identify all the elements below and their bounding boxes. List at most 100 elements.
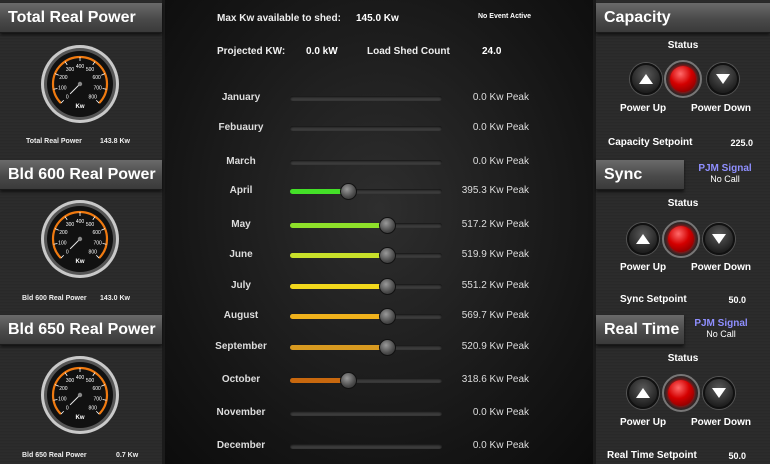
- projected-kw-value: 0.0 kW: [306, 46, 338, 57]
- month-label: March: [226, 156, 256, 167]
- slider-knob[interactable]: [339, 183, 357, 200]
- real-time-pjm-signal-label: PJM Signal: [694, 318, 748, 329]
- real-time-setpoint-value: 50.0: [728, 451, 746, 461]
- capacity-power-up-label: Power Up: [619, 103, 667, 114]
- month-peak-fill: [290, 223, 388, 228]
- month-peak-value: 517.2 Kw Peak: [461, 219, 529, 230]
- real-time-setpoint-label: Real Time Setpoint: [607, 450, 697, 461]
- capacity-setpoint-value: 225.0: [730, 138, 753, 148]
- arrow-down-icon: [716, 74, 730, 84]
- gauge-unit-label: Kw: [76, 104, 85, 110]
- real-time-pjm-call: No Call: [706, 329, 736, 339]
- month-label: May: [231, 219, 251, 230]
- month-peak-value: 0.0 Kw Peak: [472, 92, 529, 103]
- month-peak-value: 0.0 Kw Peak: [472, 122, 529, 133]
- month-peak-slider[interactable]: [290, 217, 442, 234]
- sync-power-down-button[interactable]: [703, 223, 735, 255]
- max-kw-label: Max Kw available to shed:: [217, 13, 341, 24]
- slider-knob[interactable]: [339, 372, 357, 389]
- sync-power-up-button[interactable]: [627, 223, 659, 255]
- capacity-status-indicator: [664, 60, 702, 98]
- gauge-caption-total: Total Real Power: [26, 138, 82, 145]
- real-time-power-down-button[interactable]: [703, 377, 735, 409]
- load-shed-count-label: Load Shed Count: [367, 46, 450, 57]
- month-label: January: [221, 92, 261, 103]
- month-peak-value: 0.0 Kw Peak: [472, 440, 529, 451]
- gauge-total-real-power: 0 100 200 300 400 500 600 700 800 Kw: [40, 44, 120, 124]
- real-time-status-label: Status: [667, 353, 699, 364]
- gauge-value-bld600: 143.0 Kw: [100, 295, 130, 302]
- gauge-tick-label: 700: [93, 241, 102, 247]
- month-peak-slider: [290, 444, 442, 449]
- gauge-tick-label: 400: [76, 219, 85, 225]
- gauge-tick-label: 700: [93, 86, 102, 92]
- gauge-unit-label: Kw: [76, 259, 85, 265]
- gauge-tick-label: 0: [66, 95, 69, 101]
- center-panel: [165, 0, 593, 464]
- arrow-up-icon: [639, 74, 653, 84]
- sync-setpoint-value: 50.0: [728, 295, 746, 305]
- gauge-title-bld650: Bld 650 Real Power: [0, 315, 162, 345]
- capacity-status-label: Status: [667, 40, 699, 51]
- arrow-up-icon: [636, 388, 650, 398]
- month-peak-slider[interactable]: [290, 247, 442, 264]
- month-peak-value: 519.9 Kw Peak: [461, 249, 529, 260]
- month-peak-slider[interactable]: [290, 308, 442, 325]
- month-peak-fill: [290, 314, 388, 319]
- gauge-dial: 0 100 200 300400500 600 700 800 Kw: [41, 45, 119, 123]
- month-peak-value: 318.6 Kw Peak: [461, 374, 529, 385]
- gauge-tick-label: 100: [58, 86, 67, 92]
- gauge-tick-label: 300: [66, 222, 75, 228]
- month-label: April: [229, 185, 253, 196]
- capacity-power-down-label: Power Down: [690, 103, 751, 114]
- month-peak-value: 0.0 Kw Peak: [472, 407, 529, 418]
- gauge-tick-label: 800: [89, 250, 98, 256]
- month-peak-slider: [290, 96, 442, 101]
- capacity-power-down-button[interactable]: [707, 63, 739, 95]
- gauge-bld600-real-power: 0 100 200 300 400 500 600 700 800 Kw: [40, 199, 120, 279]
- gauge-tick-label: 0: [66, 250, 69, 256]
- gauge-caption-bld600: Bld 600 Real Power: [22, 295, 87, 302]
- arrow-up-icon: [636, 234, 650, 244]
- sync-pjm-signal: PJM Signal No Call: [690, 163, 760, 184]
- month-peak-value: 551.2 Kw Peak: [461, 280, 529, 291]
- month-label: October: [221, 374, 261, 385]
- gauge-tick-label: 200: [59, 230, 68, 236]
- projected-kw-label: Projected KW:: [217, 46, 286, 57]
- gauge-unit-label: Kw: [76, 415, 85, 421]
- gauge-bld650-real-power: 0 100 200 300 400 500 600 700 800 Kw: [40, 355, 120, 435]
- month-peak-slider[interactable]: [290, 278, 442, 295]
- month-peak-slider: [290, 160, 442, 165]
- gauge-tick-label: 800: [89, 406, 98, 412]
- section-title-capacity: Capacity: [596, 3, 770, 33]
- real-time-power-down-label: Power Down: [690, 417, 751, 428]
- gauge-dial: 0 100 200 300400500 600 700 800 Kw: [41, 356, 119, 434]
- month-label: June: [229, 249, 253, 260]
- gauge-tick-label: 500: [86, 67, 95, 73]
- gauge-tick-label: 600: [92, 230, 101, 236]
- month-label: Febuaury: [218, 122, 264, 133]
- month-peak-slider[interactable]: [290, 339, 442, 356]
- gauge-tick-label: 800: [89, 95, 98, 101]
- gauge-tick-label: 400: [76, 64, 85, 70]
- gauge-value-bld650: 0.7 Kw: [116, 452, 139, 459]
- sync-pjm-signal-label: PJM Signal: [698, 163, 752, 174]
- gauge-tick-label: 200: [59, 386, 68, 392]
- month-peak-fill: [290, 253, 388, 258]
- capacity-setpoint-label: Capacity Setpoint: [608, 137, 693, 148]
- gauge-tick-label: 300: [66, 378, 75, 384]
- real-time-pjm-signal: PJM Signal No Call: [686, 318, 756, 339]
- month-label: July: [230, 280, 251, 291]
- event-status: No Event Active: [478, 13, 532, 20]
- gauge-caption-bld650: Bld 650 Real Power: [22, 452, 87, 459]
- month-peak-value: 395.3 Kw Peak: [461, 185, 529, 196]
- section-title-sync: Sync: [596, 160, 684, 190]
- capacity-power-up-button[interactable]: [630, 63, 662, 95]
- month-peak-fill: [290, 345, 388, 350]
- gauge-tick-label: 100: [58, 241, 67, 247]
- sync-power-up-label: Power Up: [619, 262, 667, 273]
- real-time-power-up-button[interactable]: [627, 377, 659, 409]
- month-peak-slider[interactable]: [290, 183, 442, 200]
- gauge-tick-label: 300: [66, 67, 75, 73]
- month-peak-slider[interactable]: [290, 372, 442, 389]
